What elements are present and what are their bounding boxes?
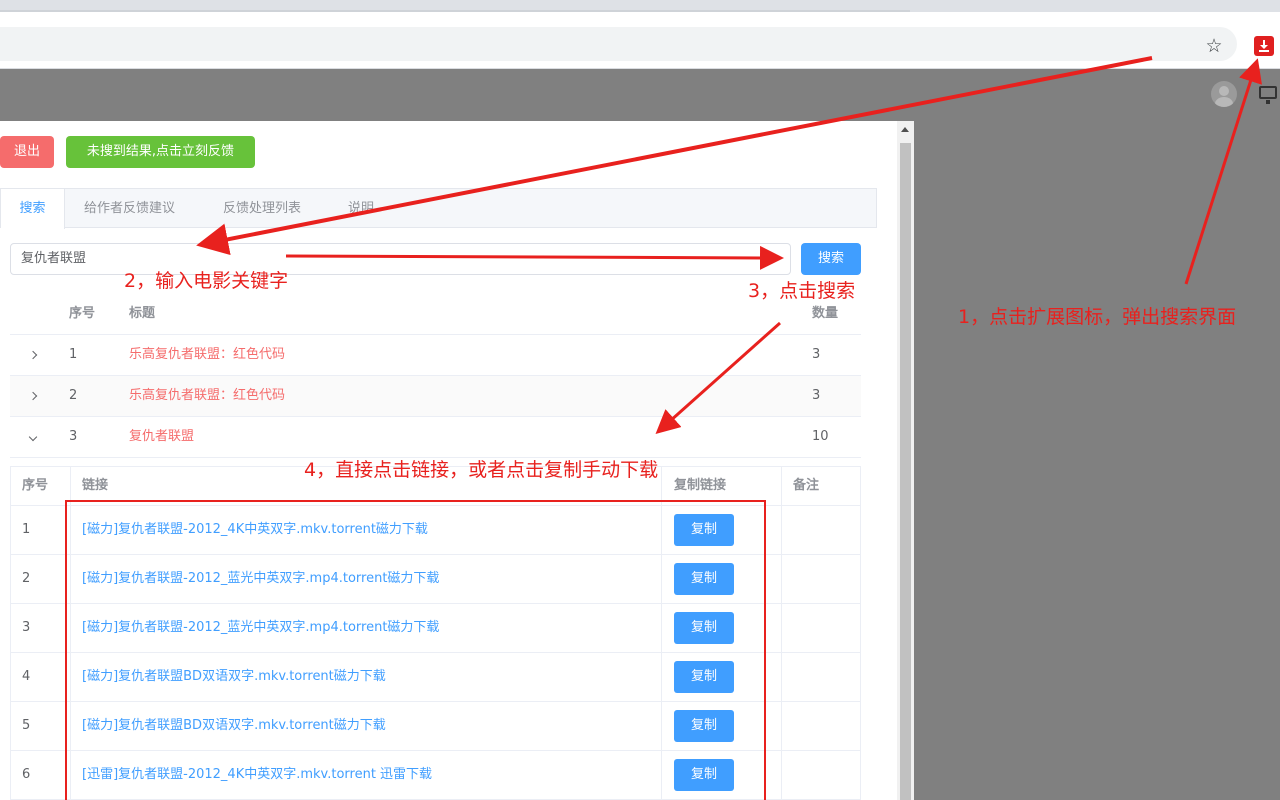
annotation-step3: 3，点击搜索 xyxy=(748,280,856,302)
header-num: 序号 xyxy=(22,478,49,493)
row-count: 3 xyxy=(812,347,821,362)
results-table: 序号 标题 数量 1 乐高复仇者联盟：红色代码 3 2 乐高复仇者联盟：红色代码… xyxy=(10,294,861,458)
annotation-step1: 1，点击扩展图标，弹出搜索界面 xyxy=(958,306,1237,328)
annotation-step2: 2，输入电影关键字 xyxy=(124,270,289,292)
row-num: 3 xyxy=(69,429,78,444)
browser-toolbar: ☆ xyxy=(0,12,1280,69)
row-title[interactable]: 复仇者联盟 xyxy=(129,417,194,457)
download-extension-icon[interactable] xyxy=(1254,36,1274,56)
chevron-down-icon[interactable] xyxy=(28,417,42,457)
tab-feedback-list[interactable]: 反馈处理列表 xyxy=(223,189,301,228)
logout-button[interactable]: 退出 xyxy=(0,136,54,168)
avatar[interactable] xyxy=(1211,81,1237,107)
feedback-button[interactable]: 未搜到结果,点击立刻反馈 xyxy=(66,136,255,168)
link-num: 6 xyxy=(22,767,31,782)
tab-bar: 搜索 给作者反馈建议 反馈处理列表 说明 xyxy=(0,188,877,229)
monitor-icon[interactable] xyxy=(1259,86,1277,104)
link-num: 1 xyxy=(22,522,31,537)
row-count: 10 xyxy=(812,429,829,444)
star-icon[interactable]: ☆ xyxy=(1202,34,1226,58)
table-row[interactable]: 1 乐高复仇者联盟：红色代码 3 xyxy=(10,335,861,376)
note-cell xyxy=(781,702,862,750)
link-num: 3 xyxy=(22,620,31,635)
note-cell xyxy=(781,506,862,554)
tab-suggest[interactable]: 给作者反馈建议 xyxy=(84,189,175,228)
scroll-up-icon[interactable] xyxy=(901,127,909,132)
table-row[interactable]: 2 乐高复仇者联盟：红色代码 3 xyxy=(10,376,861,417)
header-num: 序号 xyxy=(69,306,96,321)
highlight-box xyxy=(65,500,766,800)
note-cell xyxy=(781,653,862,701)
row-title[interactable]: 乐高复仇者联盟：红色代码 xyxy=(129,376,285,416)
row-count: 3 xyxy=(812,388,821,403)
scroll-thumb[interactable] xyxy=(900,143,911,800)
browser-tab-strip xyxy=(0,0,1280,12)
results-header: 序号 标题 数量 xyxy=(10,294,861,335)
header-note: 备注 xyxy=(781,467,862,505)
header-title: 标题 xyxy=(129,306,156,321)
address-bar[interactable] xyxy=(0,27,1237,61)
search-button[interactable]: 搜索 xyxy=(801,243,861,275)
note-cell xyxy=(781,604,862,652)
row-title[interactable]: 乐高复仇者联盟：红色代码 xyxy=(129,335,285,375)
popup-scrollbar[interactable] xyxy=(897,121,914,800)
link-num: 5 xyxy=(22,718,31,733)
row-num: 1 xyxy=(69,347,78,362)
chevron-right-icon[interactable] xyxy=(28,376,42,416)
note-cell xyxy=(781,751,862,799)
row-num: 2 xyxy=(69,388,78,403)
tab-search[interactable]: 搜索 xyxy=(1,189,65,229)
note-cell xyxy=(781,555,862,603)
annotation-step4: 4，直接点击链接，或者点击复制手动下载 xyxy=(304,459,659,481)
table-row[interactable]: 3 复仇者联盟 10 xyxy=(10,417,861,458)
link-num: 2 xyxy=(22,571,31,586)
chevron-right-icon[interactable] xyxy=(28,335,42,375)
tab-help[interactable]: 说明 xyxy=(348,189,374,228)
link-num: 4 xyxy=(22,669,31,684)
